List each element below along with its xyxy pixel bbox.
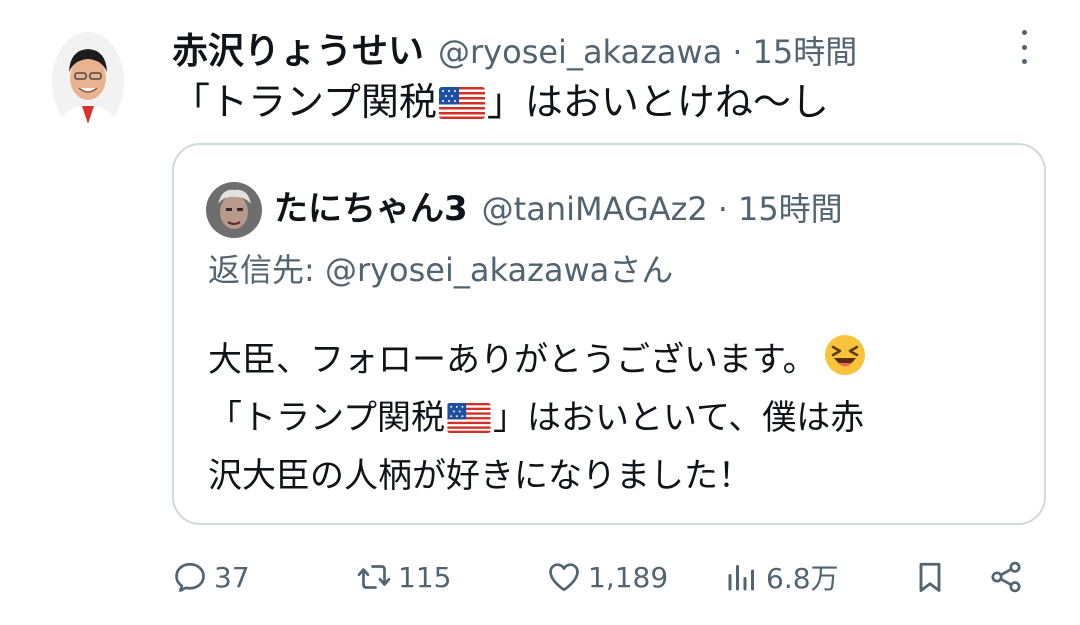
view-count: 6.8万 — [766, 562, 839, 595]
quoted-author-avatar[interactable] — [206, 182, 262, 238]
reply-count: 37 — [214, 560, 250, 594]
action-bar: 37 115 1,189 6.8万 — [0, 552, 1080, 602]
quoted-separator: · — [717, 190, 728, 228]
quoted-tweet-card[interactable]: たにちゃん3 @taniMAGAz2 · 15時間 返信先: @ryosei_a… — [172, 143, 1046, 525]
retweet-button[interactable]: 115 — [356, 552, 451, 602]
quoted-line-1: 大臣、フォローありがとうございます。 — [208, 331, 1028, 389]
reply-to-label: 返信先: @ryosei_akazawaさん — [208, 251, 674, 289]
share-button[interactable] — [988, 552, 1024, 602]
quoted-author-name[interactable]: たにちゃん3 — [274, 181, 468, 230]
author-handle[interactable]: @ryosei_akazawa — [438, 33, 722, 71]
us-flag-emoji — [438, 87, 485, 119]
quoted-line-2-part-2: 」はおいといて、僕は赤 — [492, 398, 865, 438]
quoted-text: 大臣、フォローありがとうございます。 「トランプ関税 」はおいといて、僕は赤 沢… — [208, 331, 1028, 505]
quoted-line-2: 「トランプ関税 」はおいといて、僕は赤 — [208, 389, 1028, 447]
tweet-time[interactable]: 15時間 — [752, 27, 857, 73]
views-icon — [724, 559, 760, 595]
author-avatar[interactable] — [52, 32, 124, 132]
quoted-line-1-text: 大臣、フォローありがとうございます。 — [208, 340, 817, 380]
retweet-icon — [356, 559, 392, 595]
quoted-line-2-part-1: 「トランプ関税 — [208, 398, 445, 438]
tweet-text: 「トランプ関税 」はおいとけね〜し — [172, 78, 829, 126]
like-count: 1,189 — [588, 560, 669, 594]
quoted-time[interactable]: 15時間 — [738, 184, 843, 230]
reply-button[interactable]: 37 — [172, 552, 250, 602]
tweet-text-part-1: 「トランプ関税 — [172, 80, 437, 124]
retweet-count: 115 — [398, 560, 452, 594]
bookmark-button[interactable] — [912, 552, 948, 602]
heart-icon — [546, 559, 582, 595]
quoted-author-handle[interactable]: @taniMAGAz2 — [482, 190, 708, 228]
tweet-text-part-2: 」はおいとけね〜し — [486, 80, 829, 124]
us-flag-emoji — [447, 403, 491, 433]
quoted-line-3: 沢大臣の人柄が好きになりました！ — [208, 456, 752, 496]
grinning-squinting-face-emoji — [823, 333, 867, 377]
header-separator: · — [732, 33, 743, 71]
author-name[interactable]: 赤沢りょうせい — [172, 22, 424, 74]
views-button[interactable]: 6.8万 — [724, 552, 839, 602]
like-button[interactable]: 1,189 — [546, 552, 668, 602]
quoted-header: たにちゃん3 @taniMAGAz2 · 15時間 — [274, 181, 843, 230]
tweet-header: 赤沢りょうせい @ryosei_akazawa · 15時間 — [172, 22, 970, 73]
more-vertical-icon[interactable] — [1010, 30, 1038, 64]
reply-icon — [172, 559, 208, 595]
share-icon — [988, 559, 1024, 595]
bookmark-icon — [912, 559, 948, 595]
